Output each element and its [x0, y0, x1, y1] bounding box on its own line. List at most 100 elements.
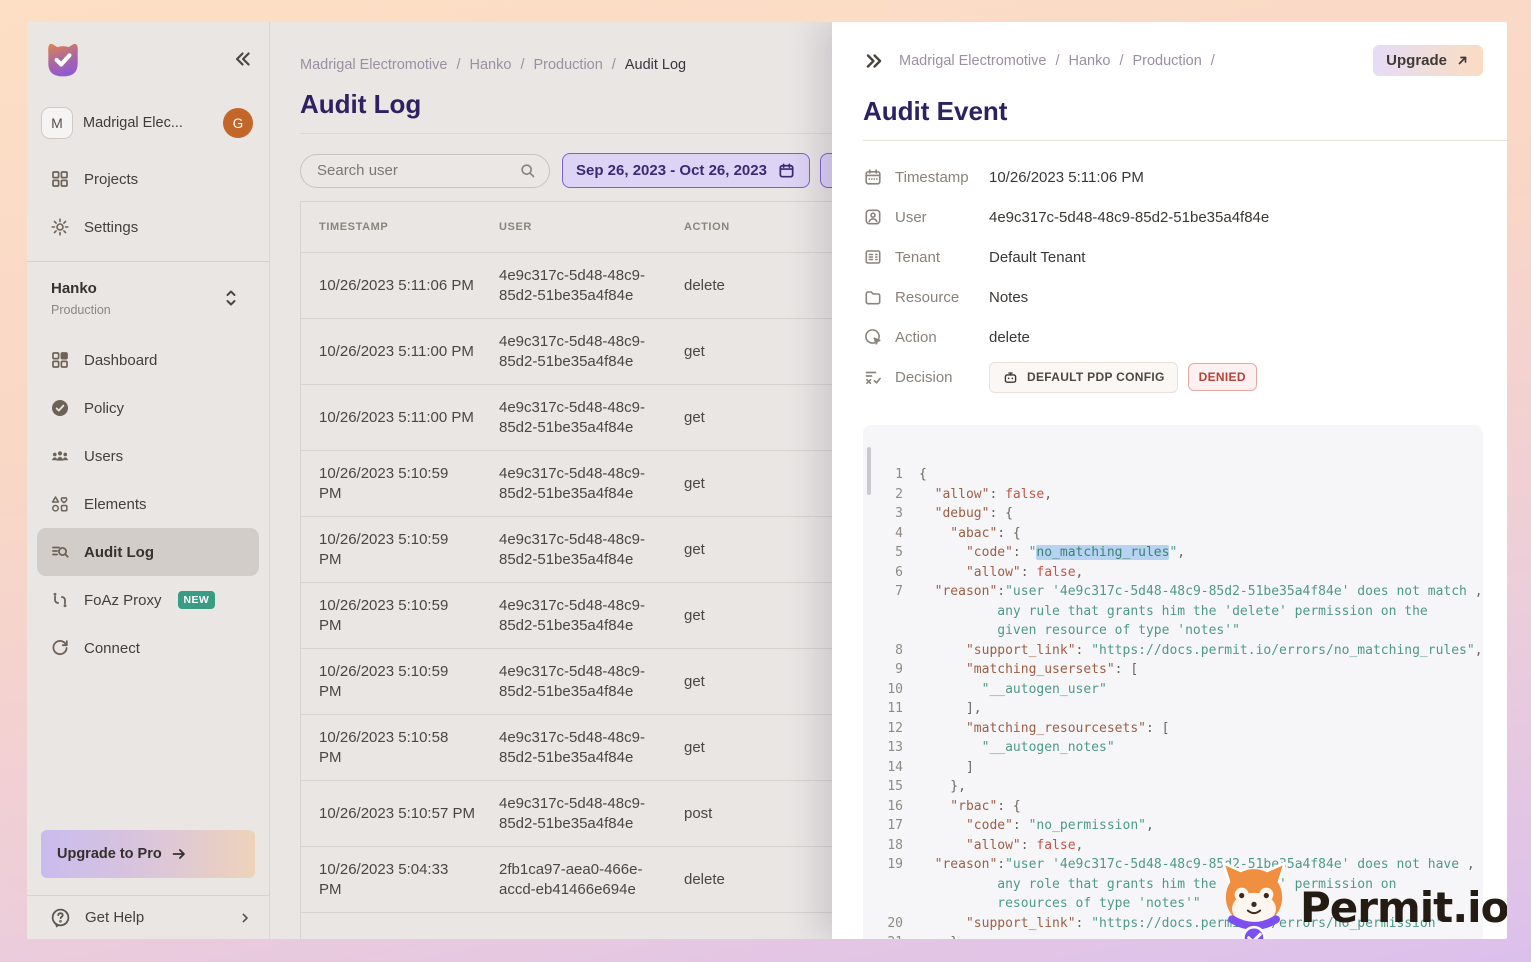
sidebar-item-label: Audit Log: [84, 544, 154, 561]
sidebar-divider: [27, 261, 269, 262]
help-icon: [50, 907, 71, 928]
user-icon: [863, 207, 895, 227]
code-text: ]: [919, 758, 974, 778]
line-number: 13: [877, 738, 903, 758]
column-header-user: USER: [499, 221, 684, 233]
decision-field: Decision DEFAULT PDP CONFIG DENIED: [863, 357, 1483, 397]
code-text: },: [919, 777, 966, 797]
sidebar-item-policy[interactable]: Policy: [37, 384, 259, 432]
search-icon: [519, 162, 537, 180]
user-cell: 2fb1ca97-aea0-466e-: [499, 936, 684, 940]
denied-badge: DENIED: [1188, 363, 1257, 391]
get-help-button[interactable]: Get Help: [27, 895, 269, 939]
field-label: Decision: [895, 369, 989, 386]
breadcrumb-item[interactable]: Hanko: [470, 57, 512, 73]
code-line: 5 "code": "no_matching_rules",: [877, 543, 1473, 563]
timestamp-cell: 10/26/2023 5:10:59PM: [319, 662, 499, 702]
code-text: "matching_resourcesets": [: [919, 719, 1169, 739]
pdp-config-chip[interactable]: DEFAULT PDP CONFIG: [989, 362, 1178, 393]
sidebar-item-foaz-proxy[interactable]: FoAz Proxy NEW: [37, 576, 259, 624]
code-text: "abac": {: [919, 524, 1021, 544]
code-line: 9 "matching_usersets": [: [877, 660, 1473, 680]
code-text: {: [919, 465, 927, 485]
code-text: "reason":"user '4e9c317c-5d48-48c9-85d2-…: [919, 582, 1483, 602]
code-text: "allow": false,: [919, 836, 1083, 856]
code-text: "debug": {: [919, 504, 1013, 524]
drawer-collapse-icon[interactable]: [863, 50, 885, 72]
user-cell: 4e9c317c-5d48-48c9-85d2-51be35a4f84e: [499, 398, 684, 438]
breadcrumb-item[interactable]: Madrigal Electromotive: [899, 53, 1046, 69]
sidebar-collapse-icon[interactable]: [231, 48, 253, 70]
sidebar-item-dashboard[interactable]: Dashboard: [37, 336, 259, 384]
calendar-icon: [863, 167, 895, 187]
sidebar-item-label: Elements: [84, 496, 147, 513]
permit-logo: [41, 37, 85, 81]
code-text: "code": "no_matching_rules",: [919, 543, 1185, 563]
code-text: "allow": false,: [919, 563, 1083, 583]
user-cell: 4e9c317c-5d48-48c9-85d2-51be35a4f84e: [499, 596, 684, 636]
user-cell: 2fb1ca97-aea0-466e-accd-eb41466e694e: [499, 860, 684, 900]
upgrade-to-pro-label: Upgrade to Pro: [57, 846, 162, 862]
sidebar-item-label: Connect: [84, 640, 140, 657]
date-range-button[interactable]: Sep 26, 2023 - Oct 26, 2023: [562, 153, 810, 188]
code-line: 15 },: [877, 777, 1473, 797]
sidebar: M Madrigal Elec... G ProjectsSettings Ha…: [27, 22, 270, 939]
upgrade-to-pro-button[interactable]: Upgrade to Pro: [41, 830, 255, 878]
upgrade-label: Upgrade: [1386, 52, 1447, 69]
code-line: 16 "rbac": {: [877, 797, 1473, 817]
event-field-tenant: TenantDefault Tenant: [863, 237, 1483, 277]
robot-icon: [1002, 369, 1019, 386]
avatar[interactable]: G: [223, 108, 253, 138]
field-value: delete: [989, 329, 1483, 346]
sidebar-item-users[interactable]: Users: [37, 432, 259, 480]
sidebar-item-label: FoAz Proxy: [84, 592, 162, 609]
scrollbar-thumb[interactable]: [867, 447, 871, 495]
org-switcher[interactable]: M Madrigal Elec... G: [41, 103, 253, 143]
sidebar-item-label: Policy: [84, 400, 124, 417]
sidebar-item-label: Dashboard: [84, 352, 157, 369]
line-number: 17: [877, 816, 903, 836]
event-fields: Timestamp10/26/2023 5:11:06 PMUser4e9c31…: [863, 157, 1483, 357]
new-badge: NEW: [178, 591, 216, 609]
breadcrumb-item[interactable]: Madrigal Electromotive: [300, 57, 447, 73]
sidebar-item-elements[interactable]: Elements: [37, 480, 259, 528]
dashboard-icon: [50, 350, 70, 370]
sidebar-item-connect[interactable]: Connect: [37, 624, 259, 672]
calendar-icon: [777, 161, 796, 180]
event-field-user: User4e9c317c-5d48-48c9-85d2-51be35a4f84e: [863, 197, 1483, 237]
line-number: [877, 621, 903, 641]
user-cell: 4e9c317c-5d48-48c9-85d2-51be35a4f84e: [499, 662, 684, 702]
get-help-label: Get Help: [85, 909, 144, 926]
sidebar-spacer: [27, 672, 269, 830]
line-number: [877, 894, 903, 914]
divider: [863, 140, 1507, 141]
tenant-icon: [863, 247, 895, 267]
pdp-config-label: DEFAULT PDP CONFIG: [1027, 370, 1165, 384]
code-text: "support_link": "https://docs.permit.io/…: [919, 641, 1483, 661]
line-number: 4: [877, 524, 903, 544]
audit-log-icon: [50, 542, 70, 562]
breadcrumb-item[interactable]: Production: [533, 57, 602, 73]
search-input[interactable]: [300, 154, 550, 188]
code-line: 17 "code": "no_permission",: [877, 816, 1473, 836]
timestamp-cell: 10/26/2023 5:10:59PM: [319, 464, 499, 504]
code-text: "code": "no_permission",: [919, 816, 1154, 836]
timestamp-cell: 10/26/2023 5:10:59PM: [319, 596, 499, 636]
line-number: 12: [877, 719, 903, 739]
breadcrumb-item[interactable]: Production: [1132, 53, 1201, 69]
sidebar-item-projects[interactable]: Projects: [37, 155, 259, 203]
code-line: given resource of type 'notes'": [877, 621, 1473, 641]
line-number: 21: [877, 933, 903, 939]
field-label: Resource: [895, 289, 989, 306]
upgrade-button[interactable]: Upgrade: [1373, 45, 1483, 76]
sidebar-item-settings[interactable]: Settings: [37, 203, 259, 251]
code-line: 10 "__autogen_user": [877, 680, 1473, 700]
arrow-up-right-icon: [1455, 53, 1470, 68]
workspace-selector[interactable]: Hanko Production: [27, 272, 269, 336]
line-number: 10: [877, 680, 903, 700]
sidebar-item-audit-log[interactable]: Audit Log: [37, 528, 259, 576]
chevron-updown-icon[interactable]: [223, 288, 239, 308]
breadcrumb-item[interactable]: Hanko: [1069, 53, 1111, 69]
timestamp-cell: 10/26/2023 5:04:13: [319, 936, 499, 940]
date-range-label: Sep 26, 2023 - Oct 26, 2023: [576, 162, 767, 179]
